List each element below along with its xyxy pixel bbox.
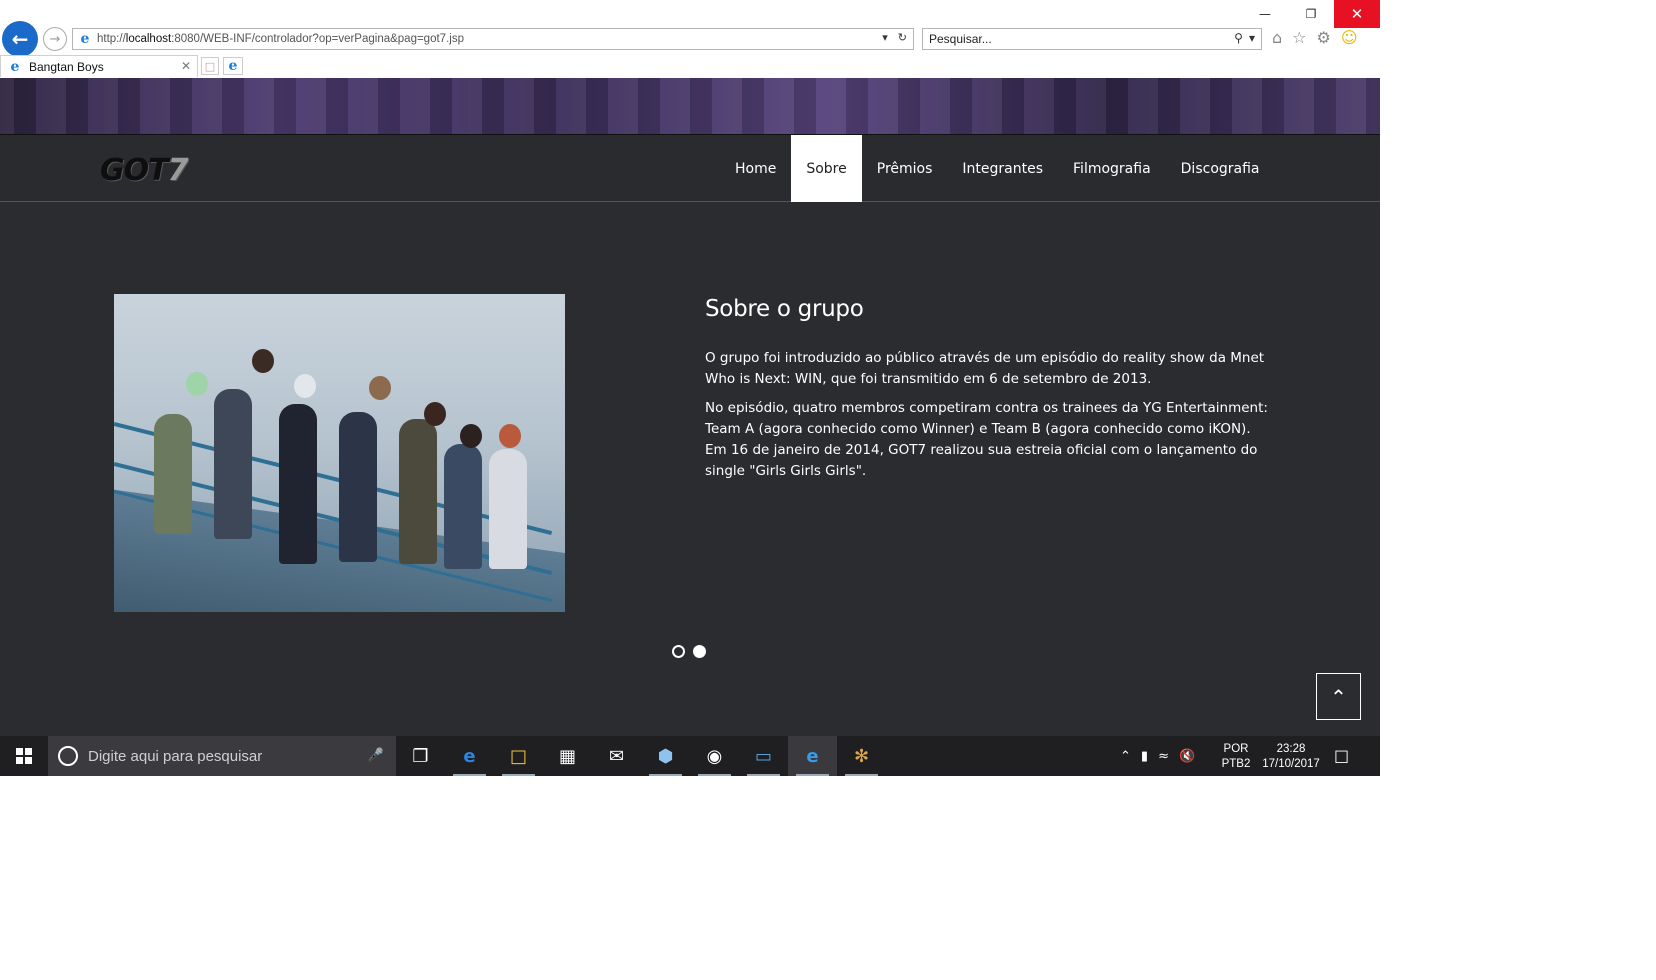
show-hidden-icons-chevron-icon[interactable]: ⌃ <box>1120 749 1131 764</box>
forward-button[interactable]: → <box>43 27 67 51</box>
site-navbar: GOT7 Home Sobre Prêmios Integrantes Film… <box>0 134 1380 202</box>
ie-tab-icon: e <box>10 58 20 75</box>
about-title: Sobre o grupo <box>705 296 864 322</box>
about-paragraph-2: No episódio, quatro membros competiram c… <box>705 400 1268 479</box>
close-window-button[interactable]: ✕ <box>1334 0 1380 28</box>
chevron-up-icon: ⌃ <box>1330 684 1347 709</box>
favorites-star-icon[interactable]: ☆ <box>1292 28 1306 47</box>
window-controls: — ❐ ✕ <box>1242 0 1380 28</box>
taskbar-internet-explorer[interactable]: e <box>788 736 837 776</box>
taskbar-store[interactable]: ▦ <box>543 736 592 776</box>
back-button[interactable]: ← <box>2 21 38 57</box>
github-icon: ◉ <box>706 745 723 767</box>
ie-icon: e <box>228 58 238 74</box>
cube-icon: ⬢ <box>657 745 674 767</box>
minimize-button[interactable]: — <box>1242 0 1288 28</box>
about-paragraph-1: O grupo foi introduzido ao público atrav… <box>705 350 1265 387</box>
back-to-top-button[interactable]: ⌃ <box>1316 673 1361 720</box>
home-icon[interactable]: ⌂ <box>1272 28 1282 47</box>
nav-filmografia[interactable]: Filmografia <box>1058 135 1166 202</box>
nav-home[interactable]: Home <box>720 135 791 202</box>
taskbar-edge[interactable]: e <box>445 736 494 776</box>
browser-tab[interactable]: e Bangtan Boys ✕ <box>0 55 198 77</box>
main-menu: Home Sobre Prêmios Integrantes Filmograf… <box>720 135 1275 202</box>
taskbar-mysql-workbench[interactable]: ▭ <box>739 736 788 776</box>
nav-discografia[interactable]: Discografia <box>1166 135 1275 202</box>
volume-muted-icon[interactable]: 🔇 <box>1179 749 1195 764</box>
tab-title: Bangtan Boys <box>29 59 104 74</box>
restore-button[interactable]: ❐ <box>1288 0 1334 28</box>
smiley-feedback-icon[interactable]: ☺ <box>1341 28 1358 47</box>
microphone-icon[interactable]: 🎤 <box>368 748 384 763</box>
battery-icon[interactable]: ▮ <box>1141 749 1148 764</box>
arrow-right-icon: → <box>49 31 61 47</box>
edge-icon: e <box>463 745 476 767</box>
paint-icon: ✻ <box>853 745 870 767</box>
windows-logo-icon <box>16 748 32 764</box>
address-url[interactable]: http://localhost:8080/WEB-INF/controlado… <box>97 33 464 45</box>
taskbar-github[interactable]: ◉ <box>690 736 739 776</box>
workbench-icon: ▭ <box>754 745 772 767</box>
network-icon[interactable]: ≈ <box>1158 749 1169 764</box>
header-banner-image <box>0 78 1380 134</box>
start-button[interactable] <box>0 736 48 776</box>
taskbar-mail[interactable]: ✉ <box>592 736 641 776</box>
browser-toolbar-icons: ⌂ ☆ ⚙ ☺ <box>1272 28 1358 47</box>
store-icon: ▦ <box>558 745 576 767</box>
nav-premios[interactable]: Prêmios <box>862 135 948 202</box>
input-language[interactable]: POR PTB2 <box>1218 742 1254 772</box>
new-tab-button[interactable]: □ <box>201 57 219 75</box>
task-view-button[interactable]: ❐ <box>396 736 445 776</box>
cortana-icon <box>58 746 78 766</box>
search-icon[interactable]: ⚲ <box>1234 31 1243 45</box>
system-tray: ⌃ ▮ ≈ 🔇 <box>1120 736 1195 776</box>
carousel-dot-1[interactable] <box>672 645 685 658</box>
folder-icon: □ <box>509 745 527 767</box>
carousel-indicators <box>672 645 706 658</box>
ie-page-icon: e <box>80 31 90 47</box>
refresh-icon[interactable]: ↻ <box>898 31 907 44</box>
ie-quick-tab-button[interactable]: e <box>223 57 243 75</box>
page-viewport: GOT7 Home Sobre Prêmios Integrantes Film… <box>0 78 1380 736</box>
task-view-icon: ❐ <box>412 745 429 767</box>
taskbar-apps: ❐ e □ ▦ ✉ ⬢ ◉ ▭ e ✻ <box>396 736 886 776</box>
taskbar-paint[interactable]: ✻ <box>837 736 886 776</box>
taskbar-virtualbox[interactable]: ⬢ <box>641 736 690 776</box>
carousel-dot-2[interactable] <box>693 645 706 658</box>
taskbar-search-input[interactable]: Digite aqui para pesquisar <box>88 748 262 765</box>
nav-integrantes[interactable]: Integrantes <box>947 135 1058 202</box>
gear-icon[interactable]: ⚙ <box>1317 28 1331 47</box>
address-dropdown-icon[interactable]: ▾ <box>882 31 888 44</box>
group-photo <box>114 294 565 612</box>
internet-explorer-icon: e <box>806 745 819 767</box>
new-tab-icon: □ <box>204 59 216 73</box>
mail-icon: ✉ <box>608 745 625 767</box>
taskbar-clock[interactable]: 23:28 17/10/2017 <box>1256 742 1326 772</box>
address-bar[interactable]: e http://localhost:8080/WEB-INF/controla… <box>72 28 914 50</box>
arrow-left-icon: ← <box>11 27 29 51</box>
got7-logo[interactable]: GOT7 <box>100 153 188 188</box>
search-dropdown-icon[interactable]: ▾ <box>1249 31 1255 45</box>
taskbar-search[interactable]: Digite aqui para pesquisar 🎤 <box>48 736 396 776</box>
nav-sobre[interactable]: Sobre <box>791 135 862 202</box>
windows-taskbar: Digite aqui para pesquisar 🎤 ❐ e □ ▦ ✉ ⬢… <box>0 736 1380 776</box>
browser-chrome: — ❐ ✕ ← → e http://localhost:8080/WEB-IN… <box>0 0 1380 78</box>
about-section: Sobre o grupo O grupo foi introduzido ao… <box>705 296 1270 490</box>
taskbar-file-explorer[interactable]: □ <box>494 736 543 776</box>
search-box[interactable]: Pesquisar... ⚲ ▾ <box>922 28 1262 50</box>
action-center-icon[interactable]: □ <box>1334 746 1354 765</box>
tab-close-icon[interactable]: ✕ <box>181 59 191 73</box>
search-input[interactable]: Pesquisar... <box>929 32 992 46</box>
